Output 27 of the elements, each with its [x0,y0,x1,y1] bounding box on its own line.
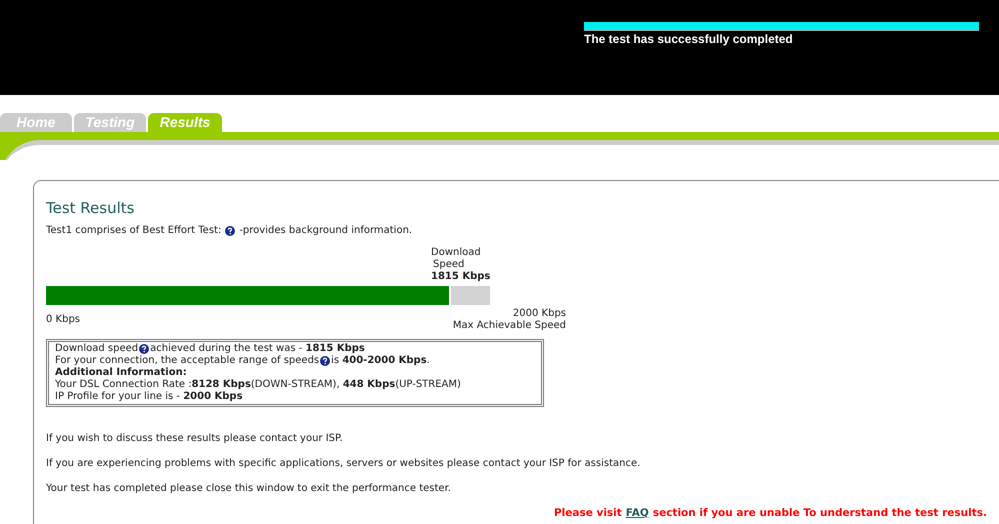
info-text: Download speed [55,343,138,355]
nav-tab[interactable]: Results [148,113,222,132]
section-title: Test Results [46,199,136,217]
faq-link[interactable]: FAQ [626,507,649,519]
info-text: Additional Information: [55,367,187,379]
intro-text: -provides background information. [239,225,412,236]
help-icon[interactable] [225,226,236,236]
meter-label: Speed [432,259,466,271]
info-text: For your connection, the acceptable range of speeds [55,355,320,367]
info-text: is 400-2000 Kbps. [331,355,430,367]
note-text: Your test has completed please close this window to exit the performance tester. [46,483,452,494]
help-icon[interactable] [320,356,330,366]
info-text: achieved during the test was - 1815 Kbps [150,343,365,355]
meter-label: Download [431,247,482,259]
scale-max: 2000 Kbps [512,308,566,320]
note-text: If you wish to discuss these results please contact your ISP. [46,433,344,444]
info-text: Your DSL Connection Rate :8128 Kbps(DOWN-STREAM), 448 Kbps(UP-STREAM) [55,379,461,391]
intro-text: Test1 comprises of Best Effort Test: [46,225,222,236]
note-text: If you are experiencing problems with specific applications, servers or websites please contact your ISP for assistance. [46,458,642,469]
help-icon[interactable] [139,344,150,354]
faq-text: Please visit [554,507,622,519]
speed-reading: 1815 Kbps [431,271,492,283]
scale-caption: Max Achievable Speed [452,320,566,332]
faq-text: section if you are unable To understand the test results. [652,507,987,519]
status-text: The test has successfully completed [584,32,794,46]
scale-min: 0 Kbps [46,314,80,327]
info-text: IP Profile for your line is - 2000 Kbps [55,391,243,403]
